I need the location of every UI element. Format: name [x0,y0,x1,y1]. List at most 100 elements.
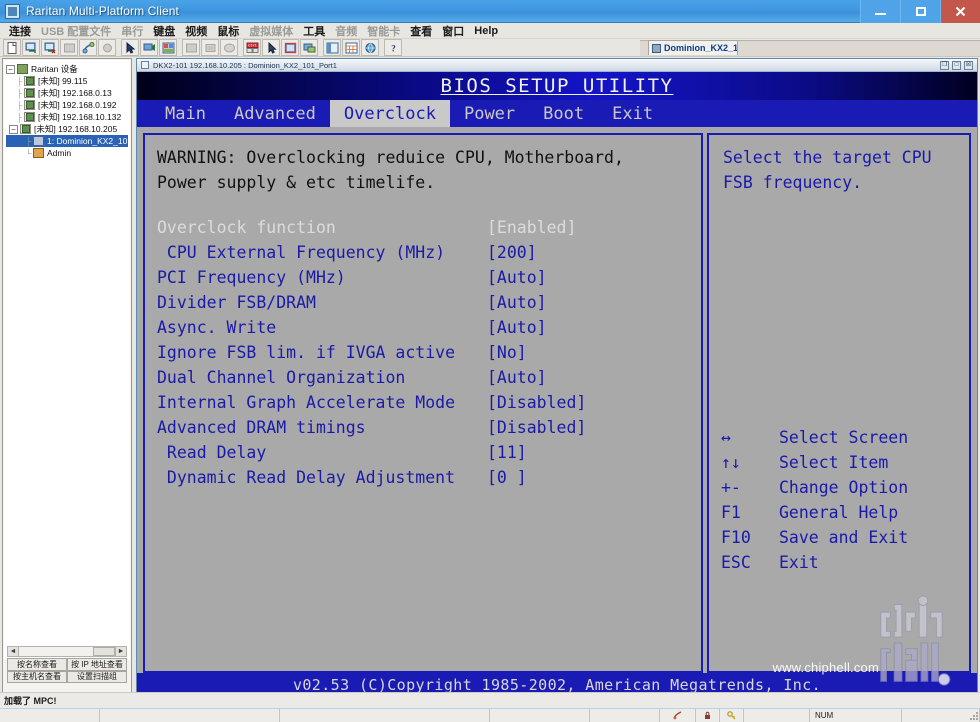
tree-item-192-168-10-205[interactable]: − [未知] 192.168.10.205 [6,123,128,135]
view-by-ip-button[interactable]: 按 IP 地址查看 [67,658,127,671]
tree-item-99-115[interactable]: ├ [未知] 99.115 [6,75,128,87]
scroll-track[interactable] [19,647,115,656]
navigator-horizontal-scrollbar[interactable]: ◄ ► [7,646,127,657]
menu-item-usb-profile[interactable]: USB 配置文件 [36,23,116,39]
mouse-pointer-icon[interactable] [121,39,139,56]
option-async-write[interactable]: Async. Write [Auto] [157,315,701,340]
scroll-left-arrow-icon[interactable]: ◄ [8,647,19,656]
status-cell-8 [744,709,810,722]
menu-item-connect[interactable]: 连接 [4,23,36,39]
menu-item-serial[interactable]: 串行 [116,23,148,39]
option-read-delay[interactable]: Read Delay [11] [157,440,701,465]
expander-icon[interactable]: − [6,64,15,74]
disconnect-device-icon[interactable] [41,39,59,56]
key-icon [727,711,736,720]
option-value[interactable]: [Enabled] [487,215,576,240]
option-value[interactable]: [Auto] [487,365,547,390]
key-legend-exit: ESC Exit [721,550,971,575]
maximize-window-icon[interactable]: □ [952,60,961,70]
device-tree[interactable]: − Raritan 设备 ├ [未知] 99.115 ├ [未知] 192.16… [4,60,130,660]
tree-item-192-168-0-192[interactable]: ├ [未知] 192.168.0.192 [6,99,128,111]
key-legend-general-help: F1 General Help [721,500,971,525]
option-value[interactable]: [No] [487,340,527,365]
key-action: Exit [779,553,819,572]
bios-tab-advanced[interactable]: Advanced [220,100,330,127]
about-help-icon[interactable]: ? [384,39,402,56]
tree-item-dominion-kx2-101-port1[interactable]: ├ 1: Dominion_KX2_101_P [6,135,128,147]
option-dual-channel-organization[interactable]: Dual Channel Organization [Auto] [157,365,701,390]
menu-item-smartcard[interactable]: 智能卡 [362,23,405,39]
option-pci-frequency[interactable]: PCI Frequency (MHz) [Auto] [157,265,701,290]
refresh-screen-icon[interactable] [361,39,379,56]
option-value[interactable]: [Disabled] [487,415,586,440]
option-dynamic-read-delay-adjustment[interactable]: Dynamic Read Delay Adjustment [0 ] [157,465,701,490]
target-screenshot-icon[interactable] [342,39,360,56]
option-value[interactable]: [11] [487,440,527,465]
option-advanced-dram-timings[interactable]: Advanced DRAM timings [Disabled] [157,415,701,440]
menu-item-virtual-media[interactable]: 虚拟媒体 [244,23,298,39]
resize-grip-icon[interactable] [967,709,979,721]
option-value[interactable]: [Auto] [487,265,547,290]
view-by-hostname-button[interactable]: 按主机名查看 [7,670,67,683]
bios-tab-overclock[interactable]: Overclock [329,100,450,127]
device-node-icon [24,76,35,86]
scaling-icon[interactable] [300,39,318,56]
option-ignore-fsb-limit[interactable]: Ignore FSB lim. if IVGA active [No] [157,340,701,365]
video-settings-icon[interactable] [140,39,158,56]
ctrl-alt-del-icon[interactable]: Ctrl [243,39,261,56]
bios-setup-screen: BIOS SETUP UTILITY Main Advanced Overclo… [137,72,977,697]
window-controls [860,0,980,23]
single-mouse-icon[interactable] [323,39,341,56]
close-button[interactable] [940,0,980,23]
scroll-thumb[interactable] [93,647,115,656]
menu-item-help[interactable]: Help [469,25,503,37]
set-scan-group-button[interactable]: 设置扫描组 [67,670,127,683]
remote-port-icon [652,43,661,53]
connection-indicator [660,709,696,722]
full-screen-icon[interactable] [281,39,299,56]
bios-key-legend: ↔ Select Screen ↑↓ Select Item +- Change… [721,425,971,575]
option-value[interactable]: [0 ] [487,465,527,490]
option-divider-fsb-dram[interactable]: Divider FSB/DRAM [Auto] [157,290,701,315]
option-overclock-function[interactable]: Overclock function [Enabled] [157,215,701,240]
expander-icon[interactable]: − [9,124,18,134]
serial-connect-icon[interactable] [79,39,97,56]
menu-item-mouse[interactable]: 鼠标 [212,23,244,39]
tree-item-admin[interactable]: └ Admin [6,147,128,159]
option-label: Internal Graph Accelerate Mode [157,393,456,412]
view-by-name-button[interactable]: 按名称查看 [7,658,67,671]
option-value[interactable]: [Auto] [487,315,547,340]
option-internal-graph-accelerate-mode[interactable]: Internal Graph Accelerate Mode [Disabled… [157,390,701,415]
tree-line: ├ [16,112,23,122]
tab-dominion-kx2-101-port1[interactable]: Dominion_KX2_101_Port1 [648,40,738,55]
scroll-right-arrow-icon[interactable]: ► [115,647,126,656]
bios-tab-power[interactable]: Power [450,100,529,127]
menu-item-view[interactable]: 查看 [405,23,437,39]
option-cpu-external-frequency[interactable]: CPU External Frequency (MHz) [200] [157,240,701,265]
color-calibrate-icon[interactable] [159,39,177,56]
bottom-status-bar: NUM [0,708,980,722]
bios-tab-boot[interactable]: Boot [529,100,598,127]
connect-device-icon[interactable] [22,39,40,56]
tree-item-192-168-0-13[interactable]: ├ [未知] 192.168.0.13 [6,87,128,99]
tree-item-192-168-10-132[interactable]: ├ [未知] 192.168.10.132 [6,111,128,123]
tree-item-raritan-devices[interactable]: − Raritan 设备 [6,63,128,75]
minimize-button[interactable] [860,0,900,23]
option-value[interactable]: [200] [487,240,537,265]
option-value[interactable]: [Auto] [487,290,547,315]
restore-window-icon[interactable]: ❐ [940,60,949,70]
sync-mouse-icon[interactable] [262,39,280,56]
menu-item-keyboard[interactable]: 键盘 [148,23,180,39]
menu-item-window[interactable]: 窗口 [437,23,469,39]
bios-tab-main[interactable]: Main [151,100,220,127]
menu-item-video[interactable]: 视频 [180,23,212,39]
new-document-icon[interactable] [3,39,21,56]
bios-tab-exit[interactable]: Exit [598,100,667,127]
menu-item-tools[interactable]: 工具 [298,23,330,39]
menu-item-audio[interactable]: 音频 [330,23,362,39]
close-window-icon[interactable]: ☒ [964,60,973,70]
maximize-button[interactable] [900,0,940,23]
svg-text:Ctrl: Ctrl [248,43,257,47]
option-value[interactable]: [Disabled] [487,390,586,415]
f10-key: F10 [721,528,751,547]
